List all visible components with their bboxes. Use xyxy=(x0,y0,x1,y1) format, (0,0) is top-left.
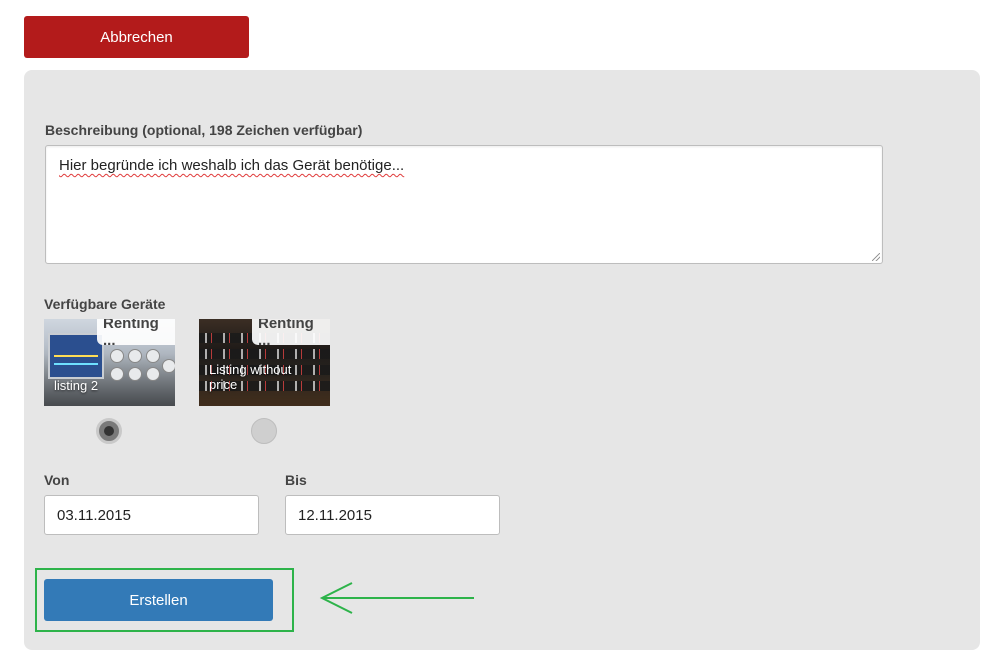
device-radio-listing-without-price[interactable] xyxy=(251,418,277,444)
radio-selected-dot xyxy=(104,426,114,436)
to-date-input[interactable]: 12.11.2015 xyxy=(285,495,500,535)
available-devices-label: Verfügbare Geräte xyxy=(44,296,166,312)
device-radio-listing-2[interactable] xyxy=(96,418,122,444)
create-button[interactable]: Erstellen xyxy=(44,579,273,621)
from-date-input[interactable]: 03.11.2015 xyxy=(44,495,259,535)
description-textarea[interactable]: Hier begründe ich weshalb ich das Gerät … xyxy=(45,145,883,264)
left-arrow-icon xyxy=(319,582,474,614)
device-status-badge: Renting ... xyxy=(97,319,175,349)
device-status-badge: Renting ... xyxy=(252,319,330,349)
from-date-label: Von xyxy=(44,472,70,488)
description-label: Beschreibung (optional, 198 Zeichen verf… xyxy=(45,122,363,138)
device-card-listing-2[interactable]: Renting ... listing 2 xyxy=(44,319,175,406)
device-title: listing 2 xyxy=(54,378,99,393)
description-text: Hier begründe ich weshalb ich das Gerät … xyxy=(59,157,405,174)
to-date-label: Bis xyxy=(285,472,307,488)
request-form-panel: Beschreibung (optional, 198 Zeichen verf… xyxy=(24,70,980,650)
resize-grip-icon[interactable] xyxy=(872,253,880,261)
device-card-listing-without-price[interactable]: Renting ... Listing without price xyxy=(199,319,330,406)
device-title: Listing without price xyxy=(209,362,292,392)
cancel-button[interactable]: Abbrechen xyxy=(24,16,249,58)
